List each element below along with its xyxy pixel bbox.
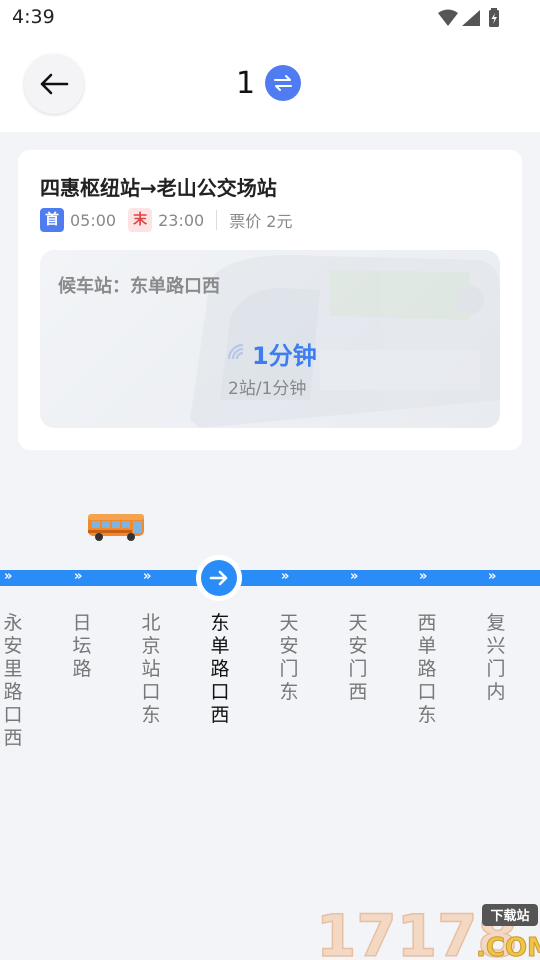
last-bus-tag: 末	[128, 208, 153, 232]
route-info-card: 四惠枢纽站→老山公交场站 首 05:00 末 23:00 票价 2元 候车站：东…	[18, 150, 522, 450]
watermark-domain: .COM	[476, 933, 540, 960]
route-number: 1	[236, 66, 256, 101]
back-arrow-icon	[40, 73, 69, 95]
arrival-eta: 1分钟	[252, 342, 317, 370]
route-direction: 四惠枢纽站→老山公交场站	[40, 176, 277, 200]
arrival-detail: 2站/1分钟	[228, 379, 307, 399]
swap-direction-button[interactable]	[265, 65, 301, 101]
direction-arrow: »	[281, 569, 290, 584]
stop-ritan[interactable]: 日坛路	[69, 612, 95, 681]
battery-icon	[489, 8, 499, 27]
first-bus-time: 05:00	[70, 210, 117, 230]
stop-dongdan[interactable]: 东单路口西	[207, 612, 233, 727]
stop-xidan[interactable]: 西单路口东	[414, 612, 440, 727]
direction-arrow: »	[143, 569, 152, 584]
divider	[216, 210, 218, 230]
status-bar: 4:39	[0, 0, 540, 36]
status-icons	[438, 8, 499, 27]
stop-yonganli[interactable]: 永安里路口西	[0, 612, 26, 750]
status-time: 4:39	[12, 6, 55, 28]
current-stop-marker	[196, 555, 242, 601]
direction-arrow: »	[4, 569, 13, 584]
direction-arrow: »	[74, 569, 83, 584]
header: 1	[0, 36, 540, 132]
watermark-logo: 17178 下载站 .COM	[316, 901, 540, 960]
signal-icon	[462, 10, 480, 26]
direction-arrow: »	[419, 569, 428, 584]
stop-tiananmen-west[interactable]: 天安门西	[345, 612, 371, 704]
realtime-signal-icon	[227, 343, 244, 360]
wifi-icon	[438, 9, 458, 26]
watermark-badge: 下载站	[490, 908, 529, 924]
waiting-station: 候车站：东单路口西	[58, 276, 220, 297]
bus-icon	[88, 514, 144, 541]
last-bus-time: 23:00	[158, 210, 205, 230]
current-stop-dot	[201, 560, 237, 596]
waiting-info-box[interactable]: 候车站：东单路口西 1分钟 2站/1分钟	[40, 250, 500, 428]
fare: 票价 2元	[229, 212, 293, 231]
direction-arrow: »	[350, 569, 359, 584]
back-button[interactable]	[24, 54, 84, 114]
arrow-right-icon	[209, 570, 228, 586]
stop-fuxingmen[interactable]: 复兴门内	[483, 612, 509, 704]
swap-icon	[274, 75, 292, 91]
service-times: 首 05:00 末 23:00 票价 2元	[40, 208, 293, 232]
direction-arrow: »	[488, 569, 497, 584]
first-bus-tag: 首	[40, 208, 64, 232]
stop-tiananmen-east[interactable]: 天安门东	[276, 612, 302, 704]
stop-beijingzhan[interactable]: 北京站口东	[138, 612, 164, 727]
